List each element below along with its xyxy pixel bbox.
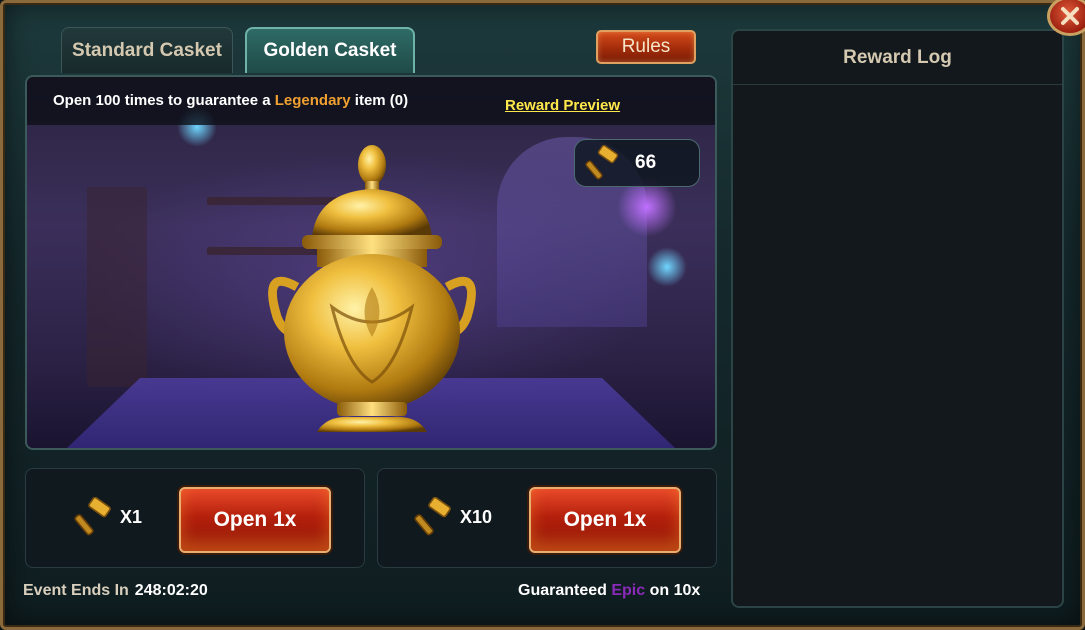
blue-lantern-glow [647, 247, 687, 287]
reward-log-header: Reward Log [733, 31, 1062, 85]
hammer-balance: 66 [574, 139, 700, 187]
casket-window: Standard Casket Golden Casket Rules Open… [0, 0, 1085, 630]
reward-log-title: Reward Log [843, 46, 952, 68]
open-button-label: Open 1x [563, 508, 647, 531]
hammer-icon [74, 497, 111, 536]
guarantee-prefix: Guaranteed [518, 582, 612, 599]
banner-prefix: Open 100 times to guarantee a [53, 92, 275, 109]
reward-preview-link[interactable]: Reward Preview [505, 97, 620, 114]
cost-display: X1 [74, 497, 142, 537]
reward-log-panel: Reward Log [731, 29, 1064, 608]
event-timer-label: Event Ends In [23, 582, 129, 599]
tab-standard-casket[interactable]: Standard Casket [61, 27, 233, 73]
rules-button-label: Rules [621, 36, 671, 57]
banner-suffix: item (0) [350, 92, 409, 109]
cost-display: X10 [414, 497, 492, 537]
open-1x-button[interactable]: Open 1x [179, 487, 331, 553]
cost-quantity: X10 [460, 506, 493, 527]
hammer-icon [585, 145, 619, 180]
casket-showcase: Open 100 times to guarantee a Legendary … [25, 75, 717, 450]
event-timer: Event Ends In 248:02:20 [23, 582, 208, 600]
epic-guarantee-text: Guaranteed Epic on 10x [518, 582, 700, 600]
open-button-label: Open 1x [213, 508, 297, 531]
epic-highlight: Epic [611, 582, 646, 599]
legendary-guarantee-text: Open 100 times to guarantee a Legendary … [53, 92, 408, 109]
tab-standard-casket-label: Standard Casket [72, 39, 222, 61]
cost-quantity: X1 [120, 506, 143, 527]
hammer-icon [414, 497, 451, 536]
tab-golden-casket[interactable]: Golden Casket [245, 27, 415, 73]
golden-casket-pot [268, 145, 476, 432]
guarantee-banner: Open 100 times to guarantee a Legendary … [27, 77, 715, 125]
close-icon [1061, 7, 1079, 25]
event-timer-value: 248:02:20 [134, 582, 208, 599]
open-option-x1: X1 Open 1x [25, 468, 365, 568]
hammer-count: 66 [635, 152, 657, 173]
open-option-x10: X10 Open 1x [377, 468, 717, 568]
open-10x-button[interactable]: Open 1x [529, 487, 681, 553]
guarantee-suffix: on 10x [645, 582, 701, 599]
background-cabinet [87, 187, 147, 387]
tab-golden-casket-label: Golden Casket [263, 40, 397, 61]
rules-button[interactable]: Rules [596, 30, 696, 64]
legendary-highlight: Legendary [274, 92, 351, 109]
